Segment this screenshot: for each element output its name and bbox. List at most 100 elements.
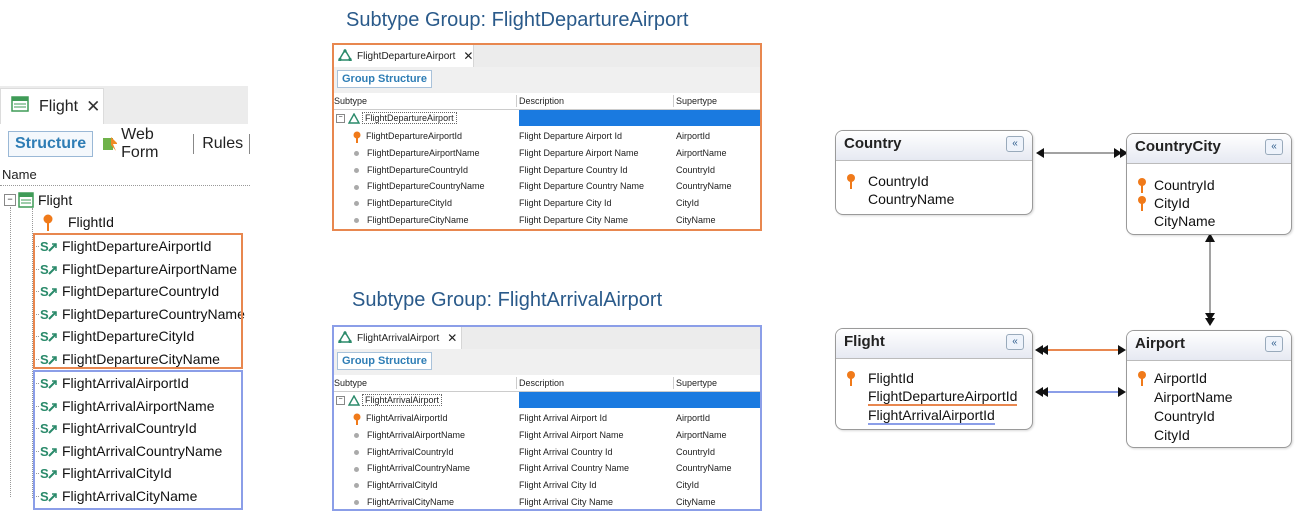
group-structure-button[interactable]: Group Structure: [337, 70, 432, 88]
cell-supertype: CountryName: [676, 181, 732, 192]
tab-flight-departure-airport[interactable]: FlightDepartureAirport ✕: [334, 45, 474, 67]
cell-description: Flight Arrival City Id: [519, 480, 597, 491]
key-icon: [1138, 371, 1146, 386]
table-row[interactable]: FlightDepartureCityId Flight Departure Ci…: [334, 195, 760, 211]
collapse-icon[interactable]: «: [1265, 336, 1283, 352]
table-row[interactable]: FlightArrivalCountryName Flight Arrival C…: [334, 460, 760, 476]
table-row[interactable]: FlightArrivalCountryId Flight Arrival Cou…: [334, 444, 760, 460]
table-row[interactable]: FlightDepartureCityName Flight Departure …: [334, 212, 760, 228]
tab-structure[interactable]: Structure: [8, 131, 94, 157]
cell-subtype: FlightArrivalCityId: [352, 477, 438, 493]
subtype-group-icon: [347, 394, 360, 406]
cell-subtype: FlightDepartureAirportName: [352, 145, 480, 161]
entity-countrycity[interactable]: CountryCity « CountryId CityId CityName: [1126, 133, 1292, 235]
subtype-group-icon: [337, 48, 353, 64]
column-divider: [516, 95, 517, 107]
group-structure-button[interactable]: Group Structure: [337, 352, 432, 370]
table-row[interactable]: FlightArrivalAirportId Flight Arrival Air…: [334, 410, 760, 426]
tab-flight-arrival-airport[interactable]: FlightArrivalAirport ✕: [334, 327, 462, 349]
cell-subtype-label: FlightDepartureAirportId: [366, 131, 463, 141]
table-row[interactable]: FlightArrivalCityName Flight Arrival City…: [334, 494, 760, 510]
attribute-bullet-icon: [352, 463, 367, 473]
key-icon: [352, 413, 366, 425]
entity-flight[interactable]: Flight « FlightId FlightDepartureAirport…: [835, 328, 1033, 430]
key-icon: [40, 214, 56, 231]
table-row[interactable]: FlightArrivalAirportName Flight Arrival A…: [334, 427, 760, 443]
cell-subtype-label: FlightArrivalCityId: [367, 480, 438, 491]
tab-label: FlightArrivalAirport: [357, 332, 440, 344]
arrival-subtype-panel: FlightArrivalAirport ✕ Group Structure S…: [332, 325, 762, 511]
arrival-group-title: Subtype Group: FlightArrivalAirport: [352, 289, 663, 311]
tab-label: FlightDepartureAirport: [357, 50, 456, 62]
entity-airport[interactable]: Airport « AirportId AirportName CountryI…: [1126, 330, 1292, 448]
attribute-bullet-icon: [352, 148, 367, 158]
close-icon[interactable]: ✕: [86, 97, 100, 117]
header-subtype: Subtype: [334, 378, 368, 388]
table-row[interactable]: FlightDepartureAirportId Flight Departure…: [334, 128, 760, 144]
cell-description: Flight Arrival Country Id: [519, 446, 613, 457]
collapse-icon[interactable]: «: [1006, 136, 1024, 152]
panel-toolbar: Group Structure: [334, 67, 760, 93]
cell-subtype: FlightDepartureCountryName: [352, 178, 485, 194]
tab-web-form[interactable]: Web Form: [101, 126, 187, 162]
cell-description: Flight Departure Country Id: [519, 164, 628, 175]
tab-rules[interactable]: Rules: [202, 135, 243, 153]
table-row[interactable]: FlightDepartureCountryId Flight Departure…: [334, 162, 760, 178]
header-description: Description: [519, 378, 565, 388]
collapse-icon[interactable]: «: [1006, 334, 1024, 350]
table-row[interactable]: FlightDepartureAirportName Flight Departu…: [334, 145, 760, 161]
table-row[interactable]: FlightDepartureCountryName Flight Departu…: [334, 178, 760, 194]
group-root-row[interactable]: − FlightDepartureAirport: [334, 110, 760, 126]
entity-attr: CityId: [1154, 427, 1190, 443]
cell-description: Flight Arrival Airport Name: [519, 429, 624, 440]
cell-supertype: AirportName: [676, 147, 727, 158]
attribute-bullet-icon: [352, 181, 367, 191]
attribute-bullet-icon: [352, 430, 367, 440]
attribute-bullet-icon: [352, 480, 367, 490]
key-icon: [847, 371, 855, 386]
group-root-row[interactable]: − FlightArrivalAirport: [334, 392, 760, 408]
cell-subtype-label: FlightArrivalAirportName: [367, 429, 466, 440]
tab-label: Flight: [39, 97, 79, 115]
cell-subtype: FlightArrivalAirportId: [352, 410, 448, 426]
column-divider: [673, 95, 674, 107]
tree-line: [10, 207, 11, 497]
entity-attr: AirportName: [1154, 389, 1233, 405]
cell-subtype-label: FlightDepartureAirportName: [367, 147, 480, 158]
cell-description: Flight Departure Airport Name: [519, 147, 639, 158]
tab-separator: [193, 134, 195, 154]
collapse-icon[interactable]: −: [4, 194, 16, 206]
cell-description: Flight Departure City Id: [519, 198, 612, 209]
key-icon: [1138, 196, 1146, 211]
tree-root[interactable]: − Flight: [4, 189, 72, 211]
entity-header: Country: [836, 131, 1032, 161]
cell-subtype-label: FlightArrivalCityName: [367, 497, 455, 507]
arrival-highlight-box: [33, 370, 243, 510]
table-row[interactable]: FlightArrivalCityId Flight Arrival City I…: [334, 477, 760, 493]
transaction-icon: [18, 192, 34, 208]
grid-header: Subtype Description Supertype: [334, 375, 760, 392]
collapse-icon[interactable]: «: [1265, 139, 1283, 155]
attribute-bullet-icon: [352, 198, 367, 208]
cell-subtype-label: FlightArrivalAirportId: [366, 413, 448, 423]
collapse-icon[interactable]: −: [336, 396, 345, 406]
header-subtype: Subtype: [334, 96, 368, 106]
tab-flight[interactable]: Flight ✕: [0, 88, 104, 124]
close-icon[interactable]: ✕: [447, 331, 457, 345]
collapse-icon[interactable]: −: [336, 114, 345, 124]
cell-description: Flight Departure Airport Id: [519, 131, 623, 141]
tab-separator: [249, 134, 250, 154]
cell-supertype: AirportId: [676, 413, 711, 423]
entity-attr: CountryId: [868, 173, 929, 189]
entity-country[interactable]: Country « CountryId CountryName: [835, 130, 1033, 215]
column-header-name: Name: [0, 164, 250, 186]
entity-attr: FlightId: [868, 370, 914, 386]
cell-subtype-label: FlightDepartureCityName: [367, 215, 469, 225]
attribute-bullet-icon: [352, 447, 367, 457]
cell-supertype: CityName: [676, 215, 716, 225]
departure-subtype-panel: FlightDepartureAirport ✕ Group Structure…: [332, 43, 762, 231]
cell-subtype: FlightArrivalCountryId: [352, 444, 454, 460]
tree-item-label: FlightId: [68, 214, 114, 230]
close-icon[interactable]: ✕: [463, 49, 473, 63]
tree-item-key[interactable]: FlightId: [40, 211, 114, 233]
